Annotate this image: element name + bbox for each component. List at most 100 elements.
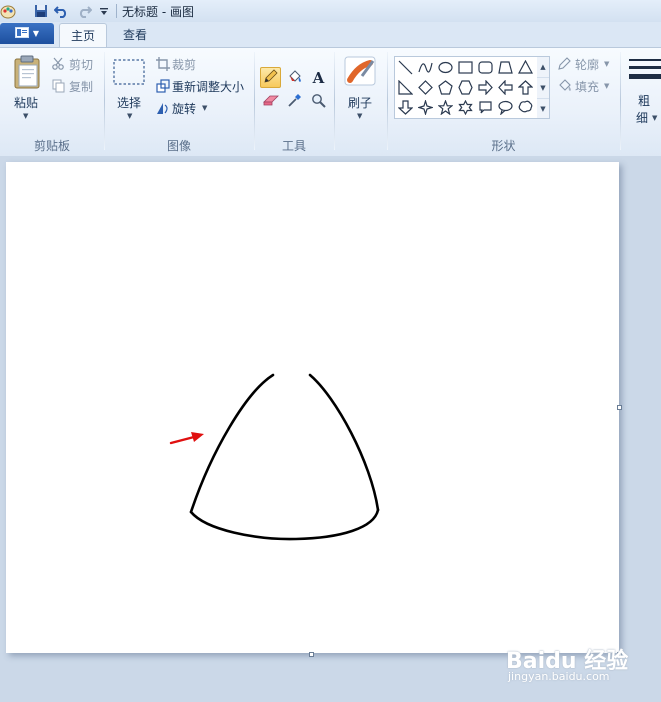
title-bar: 无标题 - 画图 — [0, 0, 661, 23]
baidu-watermark: Baidu 经验 jingyan.baidu.com — [506, 643, 656, 689]
outline-dropdown-icon[interactable]: ▼ — [604, 60, 609, 68]
polygon-shape-icon[interactable] — [496, 58, 515, 77]
canvas-workspace: Baidu 经验 jingyan.baidu.com — [0, 156, 661, 702]
magnifier-icon — [311, 93, 326, 111]
redo-icon[interactable] — [76, 3, 92, 19]
watermark-url: jingyan.baidu.com — [508, 670, 610, 683]
scroll-up-icon[interactable]: ▲ — [537, 57, 549, 78]
save-icon[interactable] — [33, 3, 49, 19]
select-dropdown-icon[interactable]: ▼ — [127, 112, 132, 120]
group-separator — [334, 52, 335, 150]
gallery-expand-icon[interactable]: ▼ — [537, 99, 549, 119]
shapes-gallery-scroll[interactable]: ▲ ▼ ▼ — [537, 56, 550, 119]
pencil-tool-button[interactable] — [260, 67, 281, 88]
crop-icon — [156, 57, 170, 74]
rotate-icon — [156, 101, 170, 118]
drawn-curve-bottom — [189, 508, 380, 541]
color-picker-tool-button[interactable] — [284, 91, 305, 112]
rotate-dropdown-icon[interactable]: ▼ — [202, 104, 207, 112]
diamond-shape-icon[interactable] — [416, 78, 435, 97]
group-separator — [254, 52, 255, 150]
crop-button[interactable]: 裁剪 — [172, 56, 196, 73]
brushes-dropdown-icon[interactable]: ▼ — [357, 112, 362, 120]
image-group-label: 图像 — [166, 139, 191, 153]
size-label-line2[interactable]: 细 — [632, 109, 652, 126]
brushes-button-label[interactable]: 刷子 — [340, 94, 380, 111]
drawn-curve-right — [308, 373, 380, 512]
shapes-gallery — [394, 56, 539, 119]
scissors-icon — [52, 57, 65, 73]
eraser-tool-button[interactable] — [260, 91, 281, 112]
size-dropdown-icon[interactable]: ▼ — [652, 114, 657, 122]
right-triangle-shape-icon[interactable] — [396, 78, 415, 97]
brush-icon[interactable] — [344, 56, 376, 89]
up-arrow-shape-icon[interactable] — [516, 78, 535, 97]
rectangle-shape-icon[interactable] — [456, 58, 475, 77]
shapes-group-label: 形状 — [491, 139, 516, 153]
resize-handle-right[interactable] — [617, 405, 622, 410]
fill-tool-button[interactable] — [284, 67, 305, 88]
outline-icon — [557, 57, 572, 74]
chevron-down-icon: ▼ — [32, 29, 40, 38]
fill-icon — [287, 69, 303, 87]
tab-home[interactable]: 主页 — [59, 23, 107, 48]
drawing-canvas[interactable] — [6, 162, 619, 653]
cloud-callout-shape-icon[interactable] — [516, 98, 535, 117]
right-arrow-shape-icon[interactable] — [476, 78, 495, 97]
pentagon-shape-icon[interactable] — [436, 78, 455, 97]
paste-dropdown-icon[interactable]: ▼ — [23, 112, 28, 120]
shape-fill-icon — [557, 79, 573, 96]
red-arrow-icon — [169, 432, 204, 445]
outline-button[interactable]: 轮廓 — [575, 56, 599, 73]
four-point-star-shape-icon[interactable] — [416, 98, 435, 117]
rounded-callout-shape-icon[interactable] — [476, 98, 495, 117]
resize-icon — [156, 79, 170, 96]
select-button-label[interactable]: 选择 — [110, 94, 148, 111]
tools-group-label: 工具 — [281, 139, 306, 153]
curve-shape-icon[interactable] — [416, 58, 435, 77]
paste-button-label[interactable]: 粘贴 — [8, 94, 44, 111]
resize-handle-bottom[interactable] — [309, 652, 314, 657]
tab-view[interactable]: 查看 — [112, 23, 158, 47]
customize-dropdown-icon[interactable] — [96, 3, 112, 19]
pencil-icon — [263, 68, 278, 87]
clipboard-group-label: 剪贴板 — [33, 139, 70, 153]
hexagon-shape-icon[interactable] — [456, 78, 475, 97]
app-menu-button[interactable]: ▼ — [0, 23, 54, 44]
rounded-rectangle-shape-icon[interactable] — [476, 58, 495, 77]
group-separator — [387, 52, 388, 150]
eraser-icon — [262, 94, 279, 109]
paint-app-icon[interactable] — [0, 3, 16, 19]
undo-icon[interactable] — [54, 3, 70, 19]
magnifier-tool-button[interactable] — [308, 91, 329, 112]
six-point-star-shape-icon[interactable] — [456, 98, 475, 117]
menu-icon — [14, 26, 29, 41]
size-label-line1[interactable]: 粗 — [634, 92, 654, 109]
drawn-curve-left — [189, 373, 275, 514]
group-separator — [620, 52, 621, 150]
window-title: 无标题 - 画图 — [122, 5, 194, 19]
copy-button[interactable]: 复制 — [69, 78, 93, 95]
rotate-button[interactable]: 旋转 — [172, 100, 196, 117]
text-tool-button[interactable]: A — [308, 67, 329, 88]
oval-callout-shape-icon[interactable] — [496, 98, 515, 117]
fill-button[interactable]: 填充 — [575, 78, 599, 95]
triangle-shape-icon[interactable] — [516, 58, 535, 77]
down-arrow-shape-icon[interactable] — [396, 98, 415, 117]
scroll-down-icon[interactable]: ▼ — [537, 78, 549, 99]
resize-button[interactable]: 重新调整大小 — [172, 78, 244, 95]
copy-icon — [52, 79, 65, 96]
text-icon: A — [312, 68, 325, 87]
ribbon: 粘贴 ▼ 剪切 复制 剪贴板 选择 ▼ 裁剪 重新调整大小 旋转 ▼ 图像 A … — [0, 47, 661, 157]
fill-dropdown-icon[interactable]: ▼ — [604, 82, 609, 90]
oval-shape-icon[interactable] — [436, 58, 455, 77]
canvas-drawing — [169, 373, 380, 541]
left-arrow-shape-icon[interactable] — [496, 78, 515, 97]
five-point-star-shape-icon[interactable] — [436, 98, 455, 117]
select-icon[interactable] — [113, 59, 145, 88]
cut-button[interactable]: 剪切 — [69, 56, 93, 73]
title-separator — [116, 4, 117, 18]
line-shape-icon[interactable] — [396, 58, 415, 77]
paste-icon[interactable] — [13, 55, 41, 92]
line-width-icon[interactable] — [629, 58, 661, 87]
